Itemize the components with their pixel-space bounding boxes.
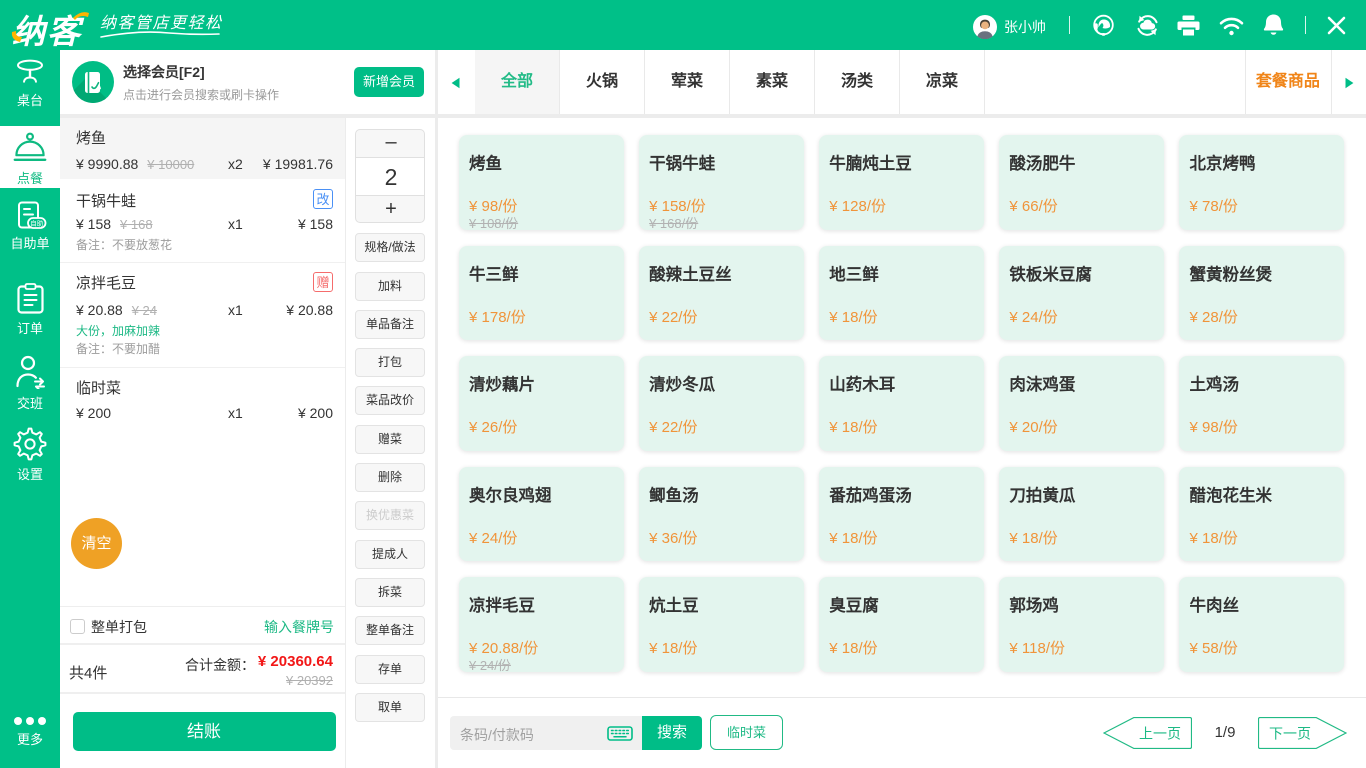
svg-text:下一页: 下一页 bbox=[1269, 726, 1311, 742]
svg-text:上一页: 上一页 bbox=[1139, 726, 1181, 742]
svg-text:自助: 自助 bbox=[30, 219, 44, 228]
